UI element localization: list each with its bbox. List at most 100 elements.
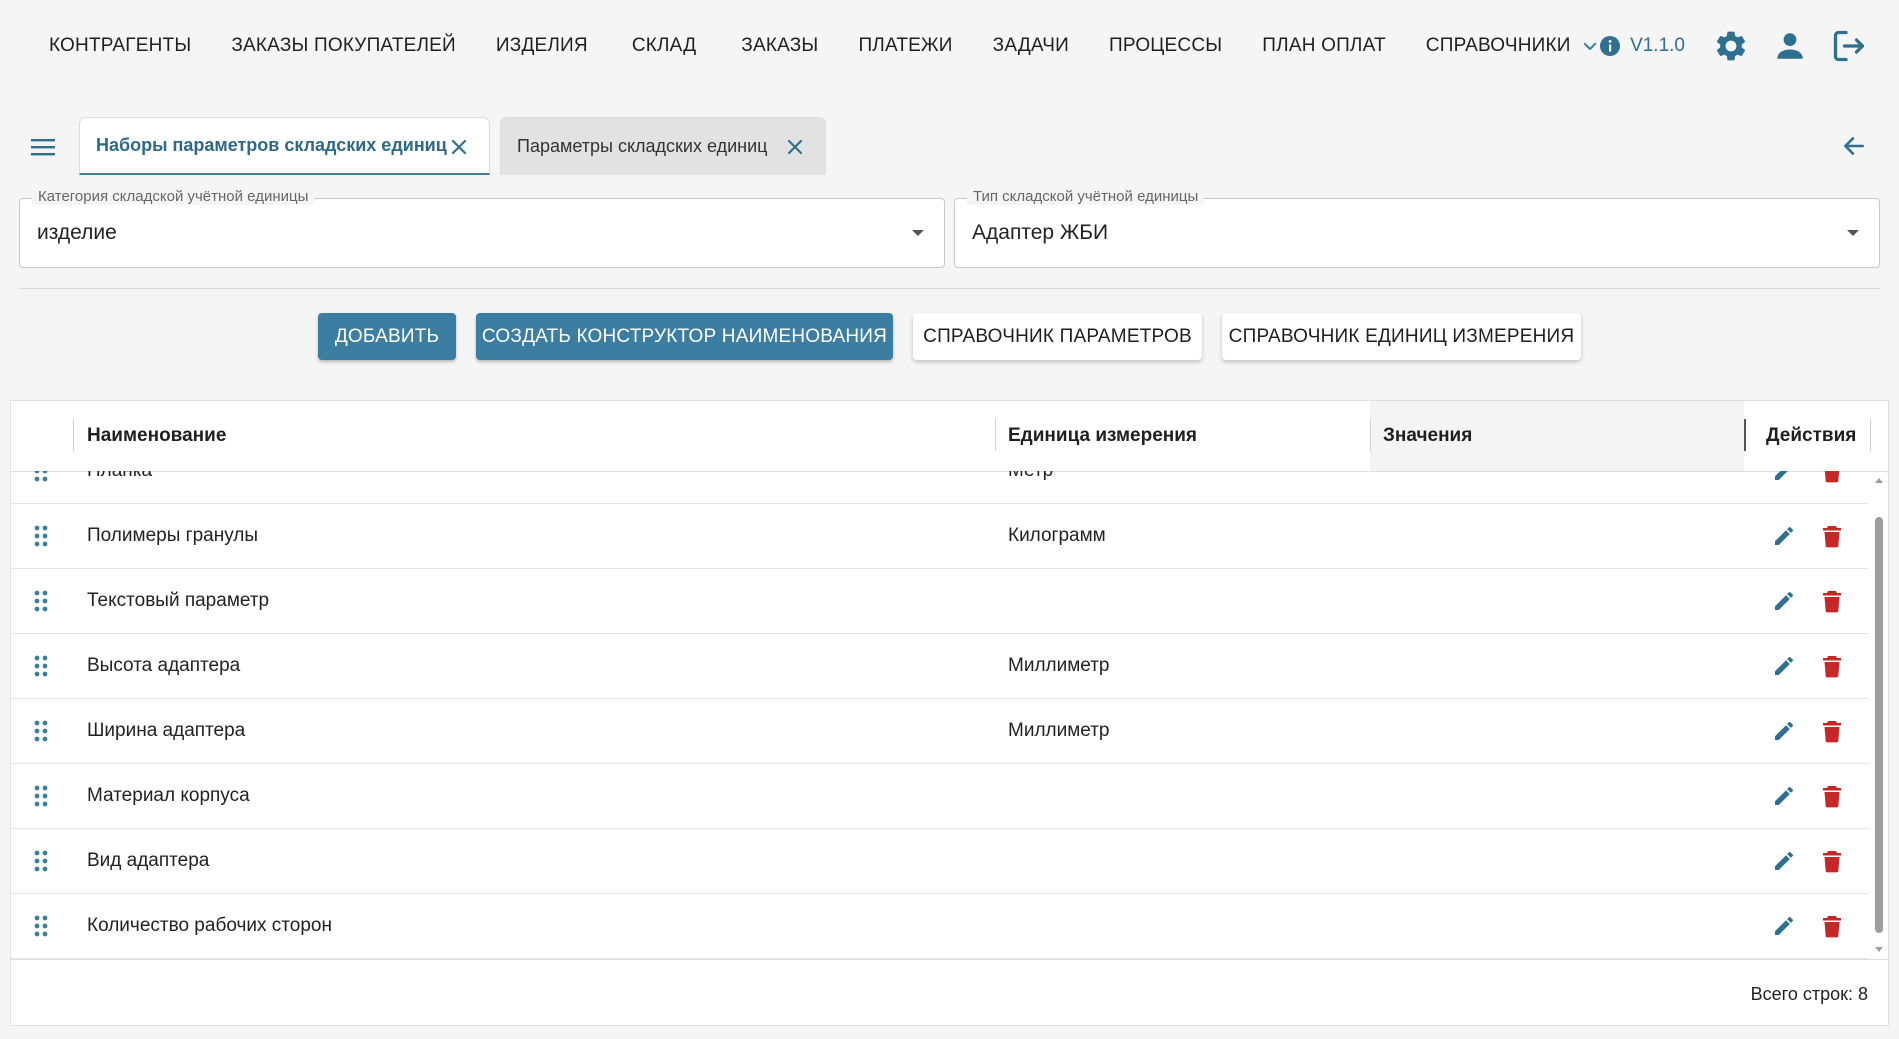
delete-icon[interactable] xyxy=(1821,784,1843,808)
edit-icon[interactable] xyxy=(1772,849,1796,873)
settings-button[interactable] xyxy=(1713,28,1749,64)
cell-name: Количество рабочих сторон xyxy=(87,915,332,936)
tab-parameter-sets[interactable]: Наборы параметров складских единиц xyxy=(79,117,490,175)
delete-icon[interactable] xyxy=(1821,654,1843,678)
divider xyxy=(19,288,1880,289)
column-header-values[interactable]: Значения xyxy=(1383,401,1472,471)
type-select[interactable]: Тип складской учётной единицы Адаптер ЖБ… xyxy=(954,188,1880,268)
nav-item-tasks[interactable]: ЗАДАЧИ xyxy=(993,35,1069,57)
delete-icon[interactable] xyxy=(1821,719,1843,743)
column-separator xyxy=(995,419,996,451)
column-header-unit[interactable]: Единица измерения xyxy=(1008,401,1197,471)
gear-icon xyxy=(1716,31,1746,61)
nav-item-payment-plan[interactable]: ПЛАН ОПЛАТ xyxy=(1262,35,1386,57)
caret-down-icon[interactable] xyxy=(1847,230,1859,236)
cell-name: Ширина адаптера xyxy=(87,720,246,741)
column-separator xyxy=(73,419,74,451)
table-row[interactable]: Вид адаптера xyxy=(11,829,1868,894)
cell-unit: Килограмм xyxy=(1008,525,1106,546)
cell-name: Материал корпуса xyxy=(87,785,250,806)
column-resize-handle[interactable] xyxy=(1744,419,1746,451)
nav-item-products[interactable]: ИЗДЕЛИЯ xyxy=(496,35,588,57)
user-icon xyxy=(1777,33,1803,59)
table-row[interactable]: Материал корпуса xyxy=(11,764,1868,829)
units-reference-button[interactable]: СПРАВОЧНИК ЕДИНИЦ ИЗМЕРЕНИЯ xyxy=(1222,313,1581,360)
chevron-down-icon xyxy=(1583,42,1596,50)
version-label: V1.1.0 xyxy=(1630,35,1685,56)
delete-icon[interactable] xyxy=(1821,524,1843,548)
delete-icon[interactable] xyxy=(1821,914,1843,938)
cell-name: Полимеры гранулы xyxy=(87,525,259,546)
nav-item-orders[interactable]: ЗАКАЗЫ xyxy=(741,35,818,57)
menu-icon[interactable] xyxy=(28,135,58,159)
delete-icon[interactable] xyxy=(1821,471,1843,483)
tab-label: Параметры складских единиц xyxy=(517,136,768,156)
nav-item-warehouse[interactable]: СКЛАД xyxy=(632,35,696,57)
cell-name: Текстовый параметр xyxy=(87,590,270,611)
column-separator xyxy=(1870,419,1871,451)
cell-name: Вид адаптера xyxy=(87,850,210,871)
edit-icon[interactable] xyxy=(1772,914,1796,938)
nav-item-payments[interactable]: ПЛАТЕЖИ xyxy=(858,35,952,57)
delete-icon[interactable] xyxy=(1821,849,1843,873)
nav-item-customer-orders[interactable]: ЗАКАЗЫ ПОКУПАТЕЛЕЙ xyxy=(231,35,456,57)
vertical-scrollbar[interactable] xyxy=(1872,471,1886,959)
table-row[interactable]: Планка Метр xyxy=(11,471,1868,504)
category-select-value: изделие xyxy=(37,221,117,244)
drag-handle-icon[interactable] xyxy=(33,471,49,482)
profile-button[interactable] xyxy=(1773,29,1807,63)
close-icon[interactable] xyxy=(449,137,469,157)
scrollbar-thumb[interactable] xyxy=(1875,517,1883,933)
logout-button[interactable] xyxy=(1831,28,1867,64)
edit-icon[interactable] xyxy=(1772,719,1796,743)
tabs-bar: Наборы параметров складских единиц Парам… xyxy=(0,117,1899,177)
edit-icon[interactable] xyxy=(1772,589,1796,613)
parameters-table: Наименование Единица измерения Значения … xyxy=(10,400,1889,1026)
type-select-label: Тип складской учётной единицы xyxy=(967,188,1205,205)
table-row[interactable]: Количество рабочих сторон xyxy=(11,894,1868,959)
edit-icon[interactable] xyxy=(1772,654,1796,678)
scroll-down-icon[interactable] xyxy=(1875,947,1883,952)
edit-icon[interactable] xyxy=(1772,471,1796,483)
add-button[interactable]: ДОБАВИТЬ xyxy=(318,313,456,360)
cell-name: Высота адаптера xyxy=(87,655,241,676)
drag-handle-icon[interactable] xyxy=(33,655,49,677)
drag-handle-icon[interactable] xyxy=(33,850,49,872)
drag-handle-icon[interactable] xyxy=(33,590,49,612)
table-row[interactable]: Высота адаптера Миллиметр xyxy=(11,634,1868,699)
cell-unit: Метр xyxy=(1008,471,1053,503)
drag-handle-icon[interactable] xyxy=(33,915,49,937)
table-row[interactable]: Текстовый параметр xyxy=(11,569,1868,634)
logout-icon xyxy=(1833,30,1865,62)
type-select-value: Адаптер ЖБИ xyxy=(972,221,1109,244)
close-icon[interactable] xyxy=(785,137,805,157)
caret-down-icon[interactable] xyxy=(912,230,924,236)
cell-unit: Миллиметр xyxy=(1008,720,1110,741)
drag-handle-icon[interactable] xyxy=(33,785,49,807)
table-header: Наименование Единица измерения Значения … xyxy=(11,401,1888,472)
top-navigation: КОНТРАГЕНТЫ ЗАКАЗЫ ПОКУПАТЕЛЕЙ ИЗДЕЛИЯ С… xyxy=(0,0,1899,92)
table-row[interactable]: Ширина адаптера Миллиметр xyxy=(11,699,1868,764)
nav-item-processes[interactable]: ПРОЦЕССЫ xyxy=(1109,35,1222,57)
row-count: Всего строк: 8 xyxy=(1750,984,1868,1004)
drag-handle-icon[interactable] xyxy=(33,525,49,547)
cell-name: Планка xyxy=(87,471,152,503)
edit-icon[interactable] xyxy=(1772,784,1796,808)
column-header-actions: Действия xyxy=(1766,425,1857,446)
version-info[interactable]: V1.1.0 xyxy=(1598,34,1685,58)
scroll-up-icon[interactable] xyxy=(1875,478,1883,483)
create-name-constructor-button[interactable]: СОЗДАТЬ КОНСТРУКТОР НАИМЕНОВАНИЯ xyxy=(476,313,893,360)
table-row[interactable]: Полимеры гранулы Килограмм xyxy=(11,504,1868,569)
edit-icon[interactable] xyxy=(1772,524,1796,548)
nav-item-references[interactable]: СПРАВОЧНИКИ xyxy=(1426,35,1599,57)
category-select[interactable]: Категория складской учётной единицы изде… xyxy=(19,188,945,268)
nav-item-references-label: СПРАВОЧНИКИ xyxy=(1425,35,1571,56)
parameters-reference-button[interactable]: СПРАВОЧНИК ПАРАМЕТРОВ xyxy=(913,313,1202,360)
tab-parameters[interactable]: Параметры складских единиц xyxy=(500,117,826,175)
arrow-left-icon[interactable] xyxy=(1841,133,1867,159)
delete-icon[interactable] xyxy=(1821,589,1843,613)
nav-item-contractors[interactable]: КОНТРАГЕНТЫ xyxy=(49,35,191,57)
table-footer: Всего строк: 8 xyxy=(11,959,1888,1025)
drag-handle-icon[interactable] xyxy=(33,720,49,742)
column-header-name[interactable]: Наименование xyxy=(87,401,226,471)
